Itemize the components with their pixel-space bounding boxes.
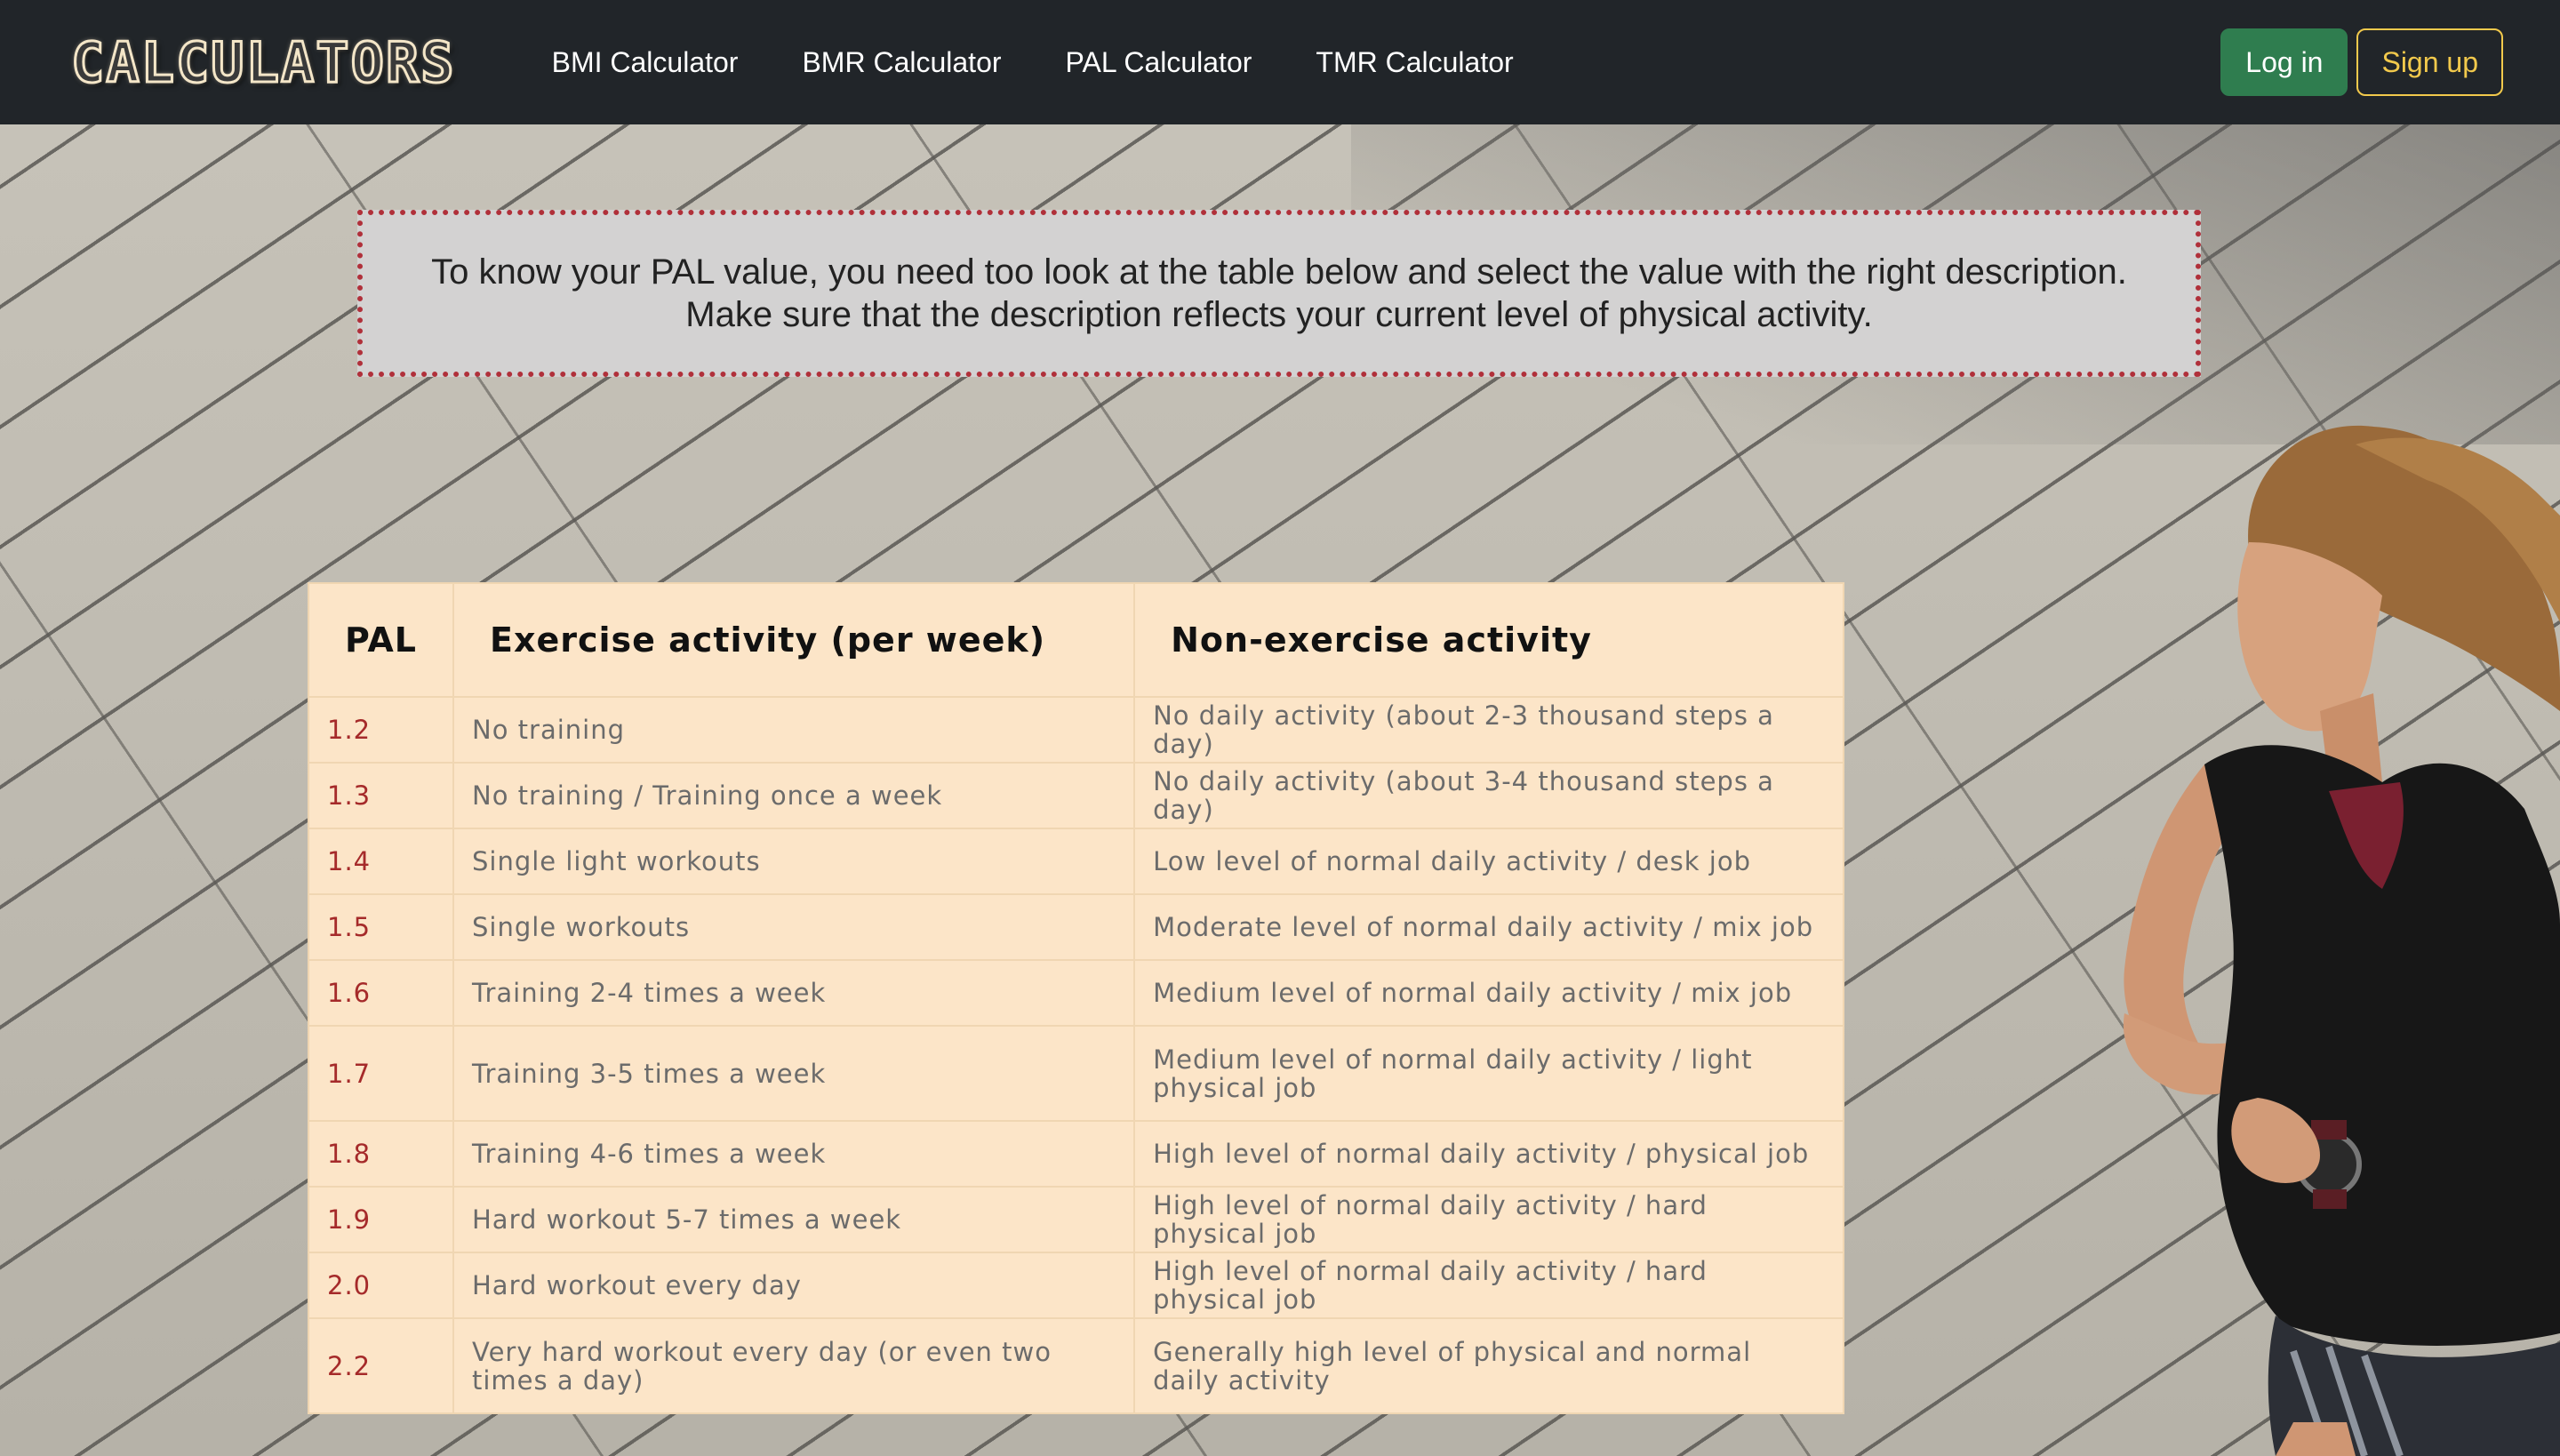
pal-value: 1.9 <box>308 1186 454 1253</box>
exercise-cell: Training 3-5 times a week <box>452 1025 1136 1122</box>
header-exercise: Exercise activity (per week) <box>452 582 1136 698</box>
signup-button[interactable]: Sign up <box>2356 28 2503 96</box>
info-text-line1: To know your PAL value, you need too loo… <box>431 252 2127 292</box>
pal-table: PAL Exercise activity (per week) Non-exe… <box>308 582 1844 1414</box>
nav-link-pal[interactable]: PAL Calculator <box>1066 46 1252 79</box>
pal-value: 2.2 <box>308 1317 454 1414</box>
non-exercise-cell: High level of normal daily activity / ha… <box>1133 1252 1844 1319</box>
navbar: CALCULATORS BMI Calculator BMR Calculato… <box>0 0 2560 124</box>
exercise-cell: No training <box>452 696 1136 764</box>
non-exercise-cell: Generally high level of physical and nor… <box>1133 1317 1844 1414</box>
table-header-row: PAL Exercise activity (per week) Non-exe… <box>308 582 1844 698</box>
pal-value: 1.3 <box>308 762 454 829</box>
pal-value: 1.4 <box>308 828 454 895</box>
auth-buttons: Log in Sign up <box>2220 28 2503 96</box>
exercise-cell: Hard workout every day <box>452 1252 1136 1319</box>
exercise-cell: Hard workout 5-7 times a week <box>452 1186 1136 1253</box>
table-row: 1.3 No training / Training once a week N… <box>308 762 1844 829</box>
pal-value: 1.5 <box>308 893 454 961</box>
exercise-cell: Training 2-4 times a week <box>452 959 1136 1027</box>
info-box: To know your PAL value, you need too loo… <box>357 210 2201 377</box>
pal-value: 1.2 <box>308 696 454 764</box>
non-exercise-cell: No daily activity (about 3-4 thousand st… <box>1133 762 1844 829</box>
table-row: 1.9 Hard workout 5-7 times a week High l… <box>308 1186 1844 1253</box>
table-row: 1.5 Single workouts Moderate level of no… <box>308 893 1844 961</box>
table-row: 2.2 Very hard workout every day (or even… <box>308 1317 1844 1414</box>
non-exercise-cell: Low level of normal daily activity / des… <box>1133 828 1844 895</box>
table-row: 1.4 Single light workouts Low level of n… <box>308 828 1844 895</box>
pal-value: 2.0 <box>308 1252 454 1319</box>
exercise-cell: No training / Training once a week <box>452 762 1136 829</box>
nav-links: BMI Calculator BMR Calculator PAL Calcul… <box>552 46 1514 79</box>
non-exercise-cell: High level of normal daily activity / ha… <box>1133 1186 1844 1253</box>
pal-value: 1.8 <box>308 1120 454 1188</box>
non-exercise-cell: No daily activity (about 2-3 thousand st… <box>1133 696 1844 764</box>
table-row: 1.6 Training 2-4 times a week Medium lev… <box>308 959 1844 1027</box>
table-row: 1.8 Training 4-6 times a week High level… <box>308 1120 1844 1188</box>
exercise-cell: Very hard workout every day (or even two… <box>452 1317 1136 1414</box>
exercise-cell: Training 4-6 times a week <box>452 1120 1136 1188</box>
nav-link-tmr[interactable]: TMR Calculator <box>1316 46 1513 79</box>
header-pal: PAL <box>308 582 454 698</box>
header-non-exercise: Non-exercise activity <box>1133 582 1844 698</box>
non-exercise-cell: Medium level of normal daily activity / … <box>1133 959 1844 1027</box>
exercise-cell: Single workouts <box>452 893 1136 961</box>
brand-logo[interactable]: CALCULATORS <box>70 28 456 96</box>
login-button[interactable]: Log in <box>2220 28 2348 96</box>
table-row: 1.2 No training No daily activity (about… <box>308 696 1844 764</box>
non-exercise-cell: Medium level of normal daily activity / … <box>1133 1025 1844 1122</box>
nav-link-bmr[interactable]: BMR Calculator <box>802 46 1001 79</box>
table-row: 2.0 Hard workout every day High level of… <box>308 1252 1844 1319</box>
runner-figure <box>2123 425 2560 1456</box>
info-text-line2: Make sure that the description reflects … <box>685 295 1873 334</box>
non-exercise-cell: High level of normal daily activity / ph… <box>1133 1120 1844 1188</box>
exercise-cell: Single light workouts <box>452 828 1136 895</box>
nav-link-bmi[interactable]: BMI Calculator <box>552 46 739 79</box>
pal-value: 1.7 <box>308 1025 454 1122</box>
pal-value: 1.6 <box>308 959 454 1027</box>
table-row: 1.7 Training 3-5 times a week Medium lev… <box>308 1025 1844 1122</box>
non-exercise-cell: Moderate level of normal daily activity … <box>1133 893 1844 961</box>
